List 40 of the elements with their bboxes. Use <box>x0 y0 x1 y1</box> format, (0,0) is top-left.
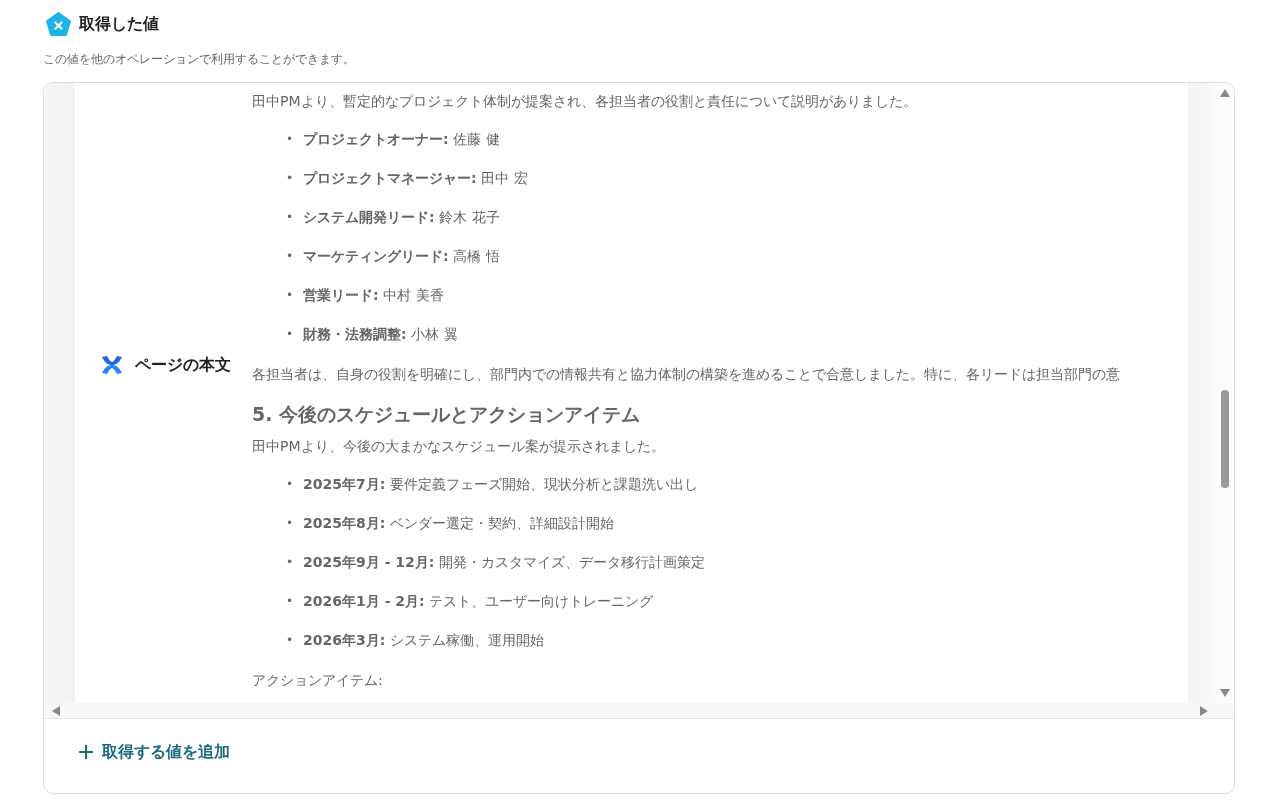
scroll-down-arrow-icon[interactable] <box>1219 689 1230 697</box>
list-item: マーケティングリード: 高橋 悟 <box>303 247 500 266</box>
section-title: 取得した値 <box>79 14 159 35</box>
list-item: 2026年1月 - 2月: テスト、ユーザー向けトレーニング <box>303 592 654 611</box>
field-label: ページの本文 <box>135 355 231 376</box>
bullet: • <box>286 287 294 304</box>
pentagon-x-icon <box>46 12 71 37</box>
section-heading: 5. 今後のスケジュールとアクションアイテム <box>252 402 642 427</box>
bullet: • <box>286 476 294 493</box>
scroll-left-arrow-icon[interactable] <box>52 705 60 716</box>
bullet: • <box>286 632 294 649</box>
bullet: • <box>286 209 294 226</box>
list-item: 2025年9月 - 12月: 開発・カスタマイズ、データ移行計画策定 <box>303 553 705 572</box>
list-item: 財務・法務調整: 小林 翼 <box>303 325 458 344</box>
plus-icon <box>78 744 94 760</box>
paragraph: 田中PMより、今後の大まかなスケジュール案が提示されました。 <box>252 437 666 456</box>
scroll-right-arrow-icon[interactable] <box>1200 705 1208 716</box>
paragraph: 各担当者は、自身の役割を明確にし、部門内での情報共有と協力体制の構築を進めることで合意しました。特に、各リードは担当部門の意 <box>252 365 1121 384</box>
logo-icon <box>101 355 123 375</box>
bullet: • <box>286 515 294 532</box>
bullet: • <box>286 248 294 265</box>
bullet: • <box>286 131 294 148</box>
horizontal-scrollbar[interactable] <box>44 703 1234 719</box>
list-item: プロジェクトマネージャー: 田中 宏 <box>303 169 528 188</box>
bullet: • <box>286 326 294 343</box>
list-item: 2025年8月: ベンダー選定・契約、詳細設計開始 <box>303 514 614 533</box>
bullet: • <box>286 593 294 610</box>
list-item: 2025年7月: 要件定義フェーズ開始、現状分析と課題洗い出し <box>303 475 698 494</box>
list-item: プロジェクトオーナー: 佐藤 健 <box>303 130 500 149</box>
scroll-thumb[interactable] <box>1220 390 1229 488</box>
paragraph: 田中PMより、暫定的なプロジェクト体制が提案され、各担当者の役割と責任について説明がありました。 <box>252 92 918 111</box>
bullet: • <box>286 554 294 571</box>
scroll-up-arrow-icon[interactable] <box>1219 89 1230 97</box>
list-item: 営業リード: 中村 美香 <box>303 286 444 305</box>
list-item: システム開発リード: 鈴木 花子 <box>303 208 500 227</box>
description: この値を他のオペレーションで利用することができます。 <box>43 51 356 68</box>
list-item: 2026年3月: システム稼働、運用開始 <box>303 631 544 650</box>
add-value-button[interactable]: 取得する値を追加 <box>78 741 230 763</box>
bullet: • <box>286 170 294 187</box>
paragraph: アクションアイテム: <box>252 671 384 690</box>
